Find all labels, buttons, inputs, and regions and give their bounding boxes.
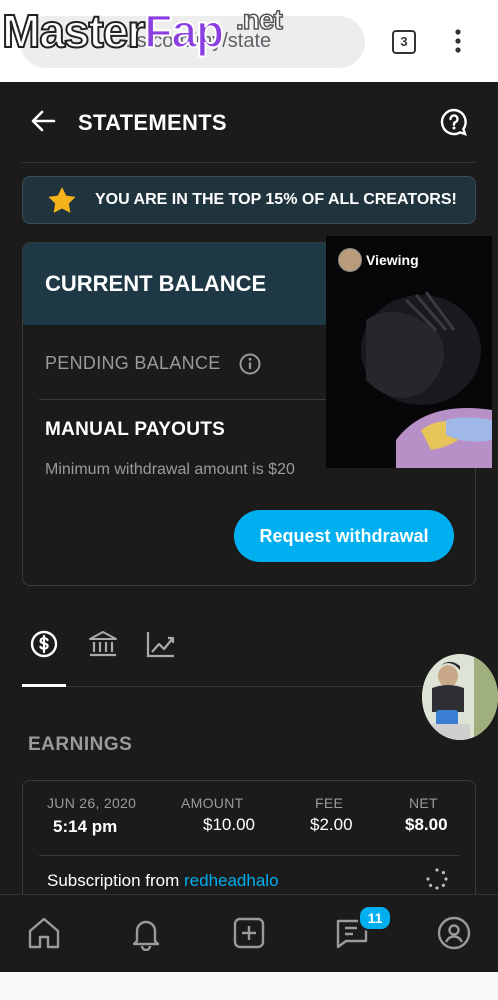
floating-avatar[interactable] (422, 654, 498, 740)
earning-description: Subscription from redheadhalo (47, 871, 279, 891)
bottom-navigation: 11 (0, 894, 498, 973)
help-icon[interactable] (440, 108, 468, 136)
earning-fee: $2.00 (310, 815, 353, 834)
earning-description-prefix: Subscription from (47, 871, 184, 890)
page-title: STATEMENTS (78, 110, 227, 135)
back-arrow-icon[interactable] (30, 108, 56, 134)
watermark-part-1: Master (1, 5, 146, 57)
viewing-overlay[interactable]: Viewing (326, 236, 492, 468)
kebab-menu-icon[interactable] (452, 28, 464, 54)
request-withdrawal-button[interactable]: Request withdrawal (234, 510, 454, 562)
home-icon[interactable] (26, 915, 62, 951)
bell-icon[interactable] (128, 915, 164, 951)
tab-earnings-dollar-icon[interactable] (30, 630, 58, 658)
header-divider (22, 162, 476, 163)
banner-text: YOU ARE IN THE TOP 15% OF ALL CREATORS! (95, 191, 457, 208)
watermark-logo: MasterFap .net (1, 5, 284, 57)
system-navigation-bar (0, 972, 498, 1000)
profile-icon[interactable] (436, 915, 472, 951)
minimum-withdrawal-text: Minimum withdrawal amount is $20 (45, 461, 295, 478)
fee-header: FEE (315, 795, 344, 811)
overlay-avatar (338, 248, 362, 272)
tab-switcher-button[interactable]: 3 (392, 30, 416, 54)
overlay-video-image (326, 280, 492, 468)
info-icon[interactable] (239, 353, 261, 375)
tabs-divider (22, 686, 476, 687)
earnings-title: EARNINGS (28, 734, 133, 755)
net-header: NET (409, 795, 438, 811)
tab-statistics-chart-icon[interactable] (146, 630, 176, 658)
star-icon (48, 187, 76, 213)
overlay-viewing-label: Viewing (366, 252, 419, 268)
active-tab-indicator (22, 684, 66, 687)
earning-amount: $10.00 (203, 815, 255, 834)
loading-spinner-icon (426, 868, 448, 890)
date-header: JUN 26, 2020 (47, 795, 137, 811)
earning-row-divider (39, 855, 459, 856)
statements-page: STATEMENTS YOU ARE IN THE TOP 15% OF ALL… (0, 82, 498, 922)
top-creator-banner: YOU ARE IN THE TOP 15% OF ALL CREATORS! (22, 176, 476, 224)
tab-bank-icon[interactable] (88, 630, 118, 658)
messages-badge: 11 (358, 905, 392, 931)
subscriber-username-link[interactable]: redheadhalo (184, 871, 279, 890)
earning-net: $8.00 (405, 815, 448, 834)
plus-square-icon[interactable] (231, 915, 267, 951)
earning-time: 5:14 pm (53, 817, 118, 836)
browser-toolbar: ...s.com/my/state MasterFap .net 3 (0, 0, 498, 82)
pending-balance-label: PENDING BALANCE (45, 353, 221, 373)
current-balance-title: CURRENT BALANCE (45, 271, 267, 296)
watermark-part-2: Fap (143, 5, 225, 57)
watermark-net: .net (235, 4, 283, 35)
manual-payouts-label: MANUAL PAYOUTS (45, 419, 226, 440)
amount-header: AMOUNT (181, 795, 244, 811)
